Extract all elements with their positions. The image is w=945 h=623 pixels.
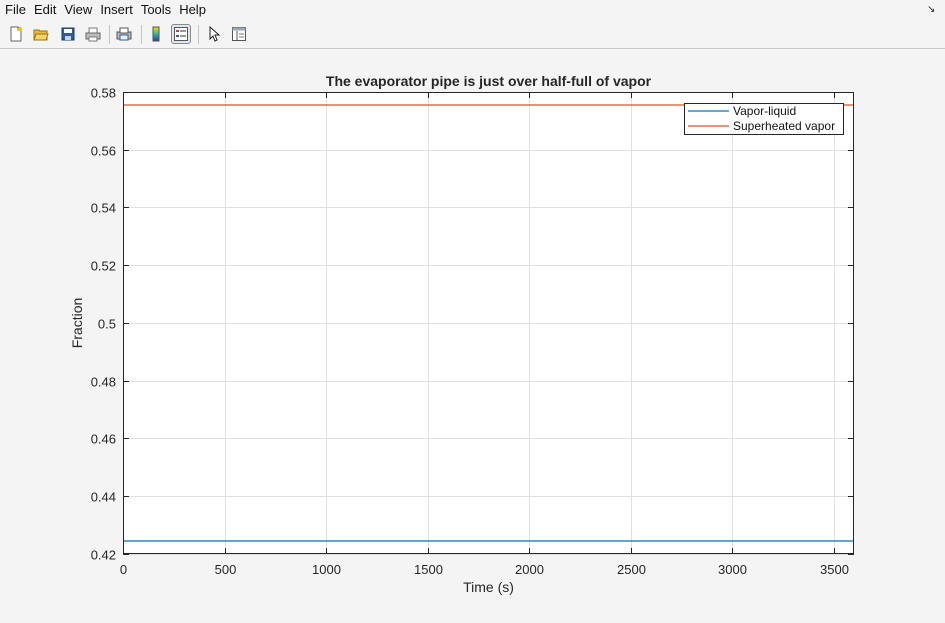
menu-tools[interactable]: Tools [136,0,174,20]
x-tick-label: 0 [120,562,127,577]
legend-entry-label: Vapor-liquid [733,104,796,118]
y-tick-label: 0.52 [91,259,116,274]
chart-title: The evaporator pipe is just over half-fu… [326,73,652,89]
y-tick-label: 0.46 [91,432,116,447]
y-tick-label: 0.56 [91,144,116,159]
figure-toolbar [0,21,945,49]
y-axis-label: Fraction [69,298,85,349]
x-tick-label: 2500 [617,562,646,577]
print-preview-icon[interactable] [114,24,134,44]
line-chart: 0 500 1000 1500 2000 2500 3000 3500 0.420.440.4… [69,73,854,595]
toolbar-separator [141,25,142,44]
property-editor-icon[interactable] [229,24,249,44]
x-axis-label: Time (s) [463,579,514,595]
toolbar-separator [198,25,199,44]
menu-insert[interactable]: Insert [95,0,136,20]
new-figure-icon[interactable] [6,24,26,44]
menu-help[interactable]: Help [174,0,209,20]
figure-canvas: 0 500 1000 1500 2000 2500 3000 3500 0.42 0.44 0.4… [0,49,945,618]
x-tick-label: 2000 [515,562,544,577]
y-tick-label: 0.42 [91,548,116,563]
legend[interactable]: Vapor-liquidSuperheated vapor [684,103,844,135]
y-tick-labels: 0.42 0.44 0.46 0.48 0.5 0.52 0.54 0.56 0.58 [91,86,116,563]
open-file-icon[interactable] [31,24,51,44]
y-tick-label: 0.5 [98,317,116,332]
menu-bar: File Edit View Insert Tools Help ↘ [0,0,945,20]
toolbar-separator [109,25,110,44]
menu-edit[interactable]: Edit [29,0,59,20]
save-icon[interactable] [58,24,78,44]
x-tick-labels: 0 500 1000 1500 2000 2500 3000 3500 [120,562,849,577]
y-tick-label: 0.44 [91,490,116,505]
menu-view[interactable]: View [59,0,95,20]
pointer-icon[interactable] [204,24,224,44]
x-tick-label: 3000 [718,562,747,577]
print-icon[interactable] [83,24,103,44]
x-tick-label: 1000 [312,562,341,577]
dock-arrow-icon[interactable]: ↘ [927,5,937,15]
x-tick-label: 1500 [414,562,443,577]
x-tick-label: 3500 [820,562,849,577]
legend-icon[interactable] [171,24,191,44]
x-tick-label: 500 [215,562,237,577]
colorbar-icon[interactable] [146,24,166,44]
y-tick-label: 0.54 [91,201,116,216]
menu-file[interactable]: File [0,0,29,20]
y-tick-label: 0.58 [91,86,116,101]
legend-entry-label: Superheated vapor [733,119,835,133]
y-tick-label: 0.48 [91,375,116,390]
